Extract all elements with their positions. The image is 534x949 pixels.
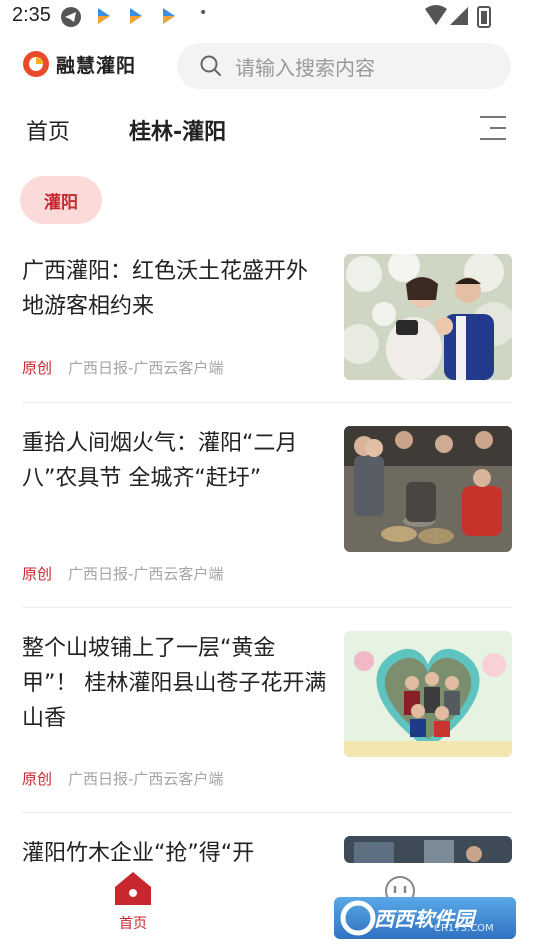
logo-text: 融慧灌阳 — [56, 54, 137, 77]
search-input[interactable]: 请输入搜索内容 — [177, 43, 511, 89]
app-notification-icon — [163, 8, 175, 24]
original-badge: 原创 — [22, 565, 53, 583]
menu-icon[interactable] — [478, 114, 508, 142]
status-more-dot: • — [199, 5, 208, 21]
app-header: 融慧灌阳 请输入搜索内容 — [0, 40, 534, 96]
article-thumbnail — [344, 631, 512, 757]
watermark-icon — [340, 900, 376, 936]
telegram-icon — [61, 7, 81, 27]
channel-tabs: 首页 桂林-灌阳 — [0, 108, 534, 154]
divider — [22, 402, 512, 403]
article-source: 广西日报-广西云客户端 — [68, 359, 224, 377]
list-item[interactable]: 整个山坡铺上了一层“黄金甲”！ 桂林灌阳县山苍子花开满山香 原创 广西日报-广西云… — [22, 631, 512, 788]
original-badge: 原创 — [22, 359, 53, 377]
article-title: 重拾人间烟火气：灌阳“二月八”农具节 全城齐“赶圩” — [22, 431, 298, 491]
tab-home[interactable]: 首页 — [26, 114, 70, 146]
article-thumbnail — [344, 836, 512, 863]
watermark-sub: CR173.COM — [434, 923, 494, 934]
article-source: 广西日报-广西云客户端 — [68, 565, 224, 583]
divider — [22, 812, 512, 813]
app-notification-icon — [98, 8, 110, 24]
article-meta: 原创 广西日报-广西云客户端 — [22, 357, 223, 378]
tag-chip-guanyang[interactable]: 灌阳 — [20, 176, 102, 224]
list-item[interactable]: 重拾人间烟火气：灌阳“二月八”农具节 全城齐“赶圩” 原创 广西日报-广西云客户端 — [22, 426, 512, 583]
signal-battery-icon — [425, 5, 491, 28]
article-title: 整个山坡铺上了一层“黄金甲”！ 桂林灌阳县山苍子花开满山香 — [22, 636, 327, 731]
nav-home[interactable]: 首页 — [110, 869, 156, 933]
original-badge: 原创 — [22, 770, 53, 788]
search-placeholder: 请输入搜索内容 — [235, 55, 375, 80]
status-right-icons — [424, 5, 494, 33]
article-title: 广西灌阳：红色沃土花盛开外地游客相约来 — [22, 259, 309, 319]
article-thumbnail — [344, 254, 512, 380]
search-icon — [200, 55, 221, 76]
article-meta: 原创 广西日报-广西云客户端 — [22, 563, 223, 584]
status-time: 2:35 — [12, 4, 51, 26]
article-title: 灌阳竹木企业“抢”得“开 — [22, 841, 255, 863]
article-thumbnail — [344, 426, 512, 552]
list-item[interactable]: 广西灌阳：红色沃土花盛开外地游客相约来 原创 广西日报-广西云客户端 — [22, 254, 512, 380]
article-meta: 原创 广西日报-广西云客户端 — [22, 768, 223, 789]
list-item[interactable]: 灌阳竹木企业“抢”得“开 — [22, 836, 512, 863]
article-source: 广西日报-广西云客户端 — [68, 770, 224, 788]
app-notification-icon — [130, 8, 142, 24]
tab-guilin-guanyang[interactable]: 桂林-灌阳 — [129, 114, 226, 146]
status-bar: 2:35 • — [0, 0, 534, 34]
home-icon — [115, 872, 151, 905]
app-logo[interactable]: 融慧灌阳 — [22, 50, 136, 78]
watermark-logo: 西西软件园 CR173.COM — [334, 897, 516, 939]
logo-icon — [23, 51, 49, 77]
divider — [22, 607, 512, 608]
nav-home-label: 首页 — [119, 916, 147, 932]
